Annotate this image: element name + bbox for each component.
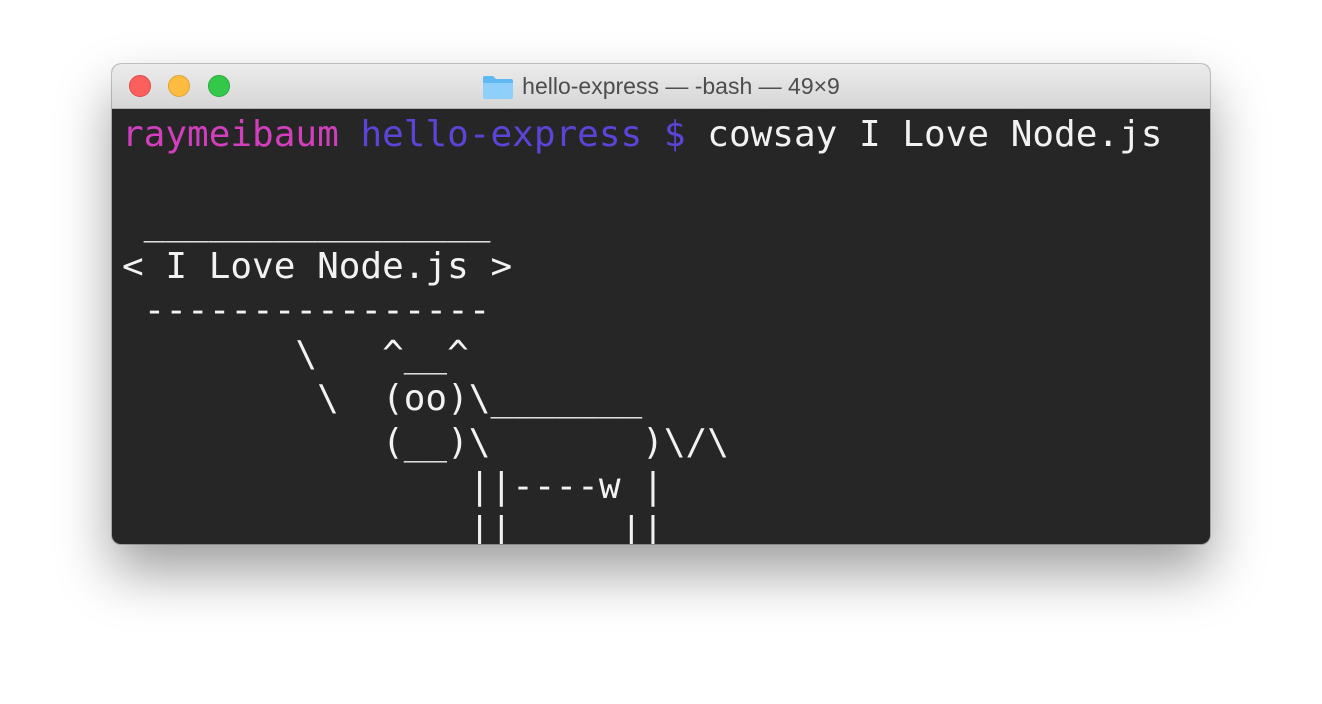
window-title: hello-express — -bash — 49×9	[522, 72, 840, 99]
title-bar[interactable]: hello-express — -bash — 49×9	[112, 64, 1210, 109]
window-title-area: hello-express — -bash — 49×9	[112, 64, 1210, 108]
prompt-directory: hello-express	[360, 114, 643, 155]
cow-line-3: (__)\ )\/\	[122, 422, 729, 463]
terminal-content[interactable]: raymeibaum hello-express $ cowsay I Love…	[122, 113, 1162, 544]
speech-bubble-text: < I Love Node.js >	[122, 246, 513, 287]
folder-icon	[483, 76, 514, 99]
speech-bubble-top: ________________	[122, 202, 491, 243]
cow-line-5: || ||	[122, 510, 664, 544]
cow-line-1: \ ^__^	[122, 334, 469, 375]
cow-line-4: ||----w |	[122, 466, 664, 507]
cow-line-2: \ (oo)\_______	[122, 378, 643, 419]
prompt-symbol: $	[663, 114, 686, 155]
prompt-user: raymeibaum	[122, 114, 339, 155]
terminal-window: hello-express — -bash — 49×9 raymeibaum …	[112, 64, 1210, 544]
prompt-command: cowsay I Love Node.js	[707, 114, 1163, 155]
speech-bubble-bottom: ----------------	[122, 290, 491, 331]
